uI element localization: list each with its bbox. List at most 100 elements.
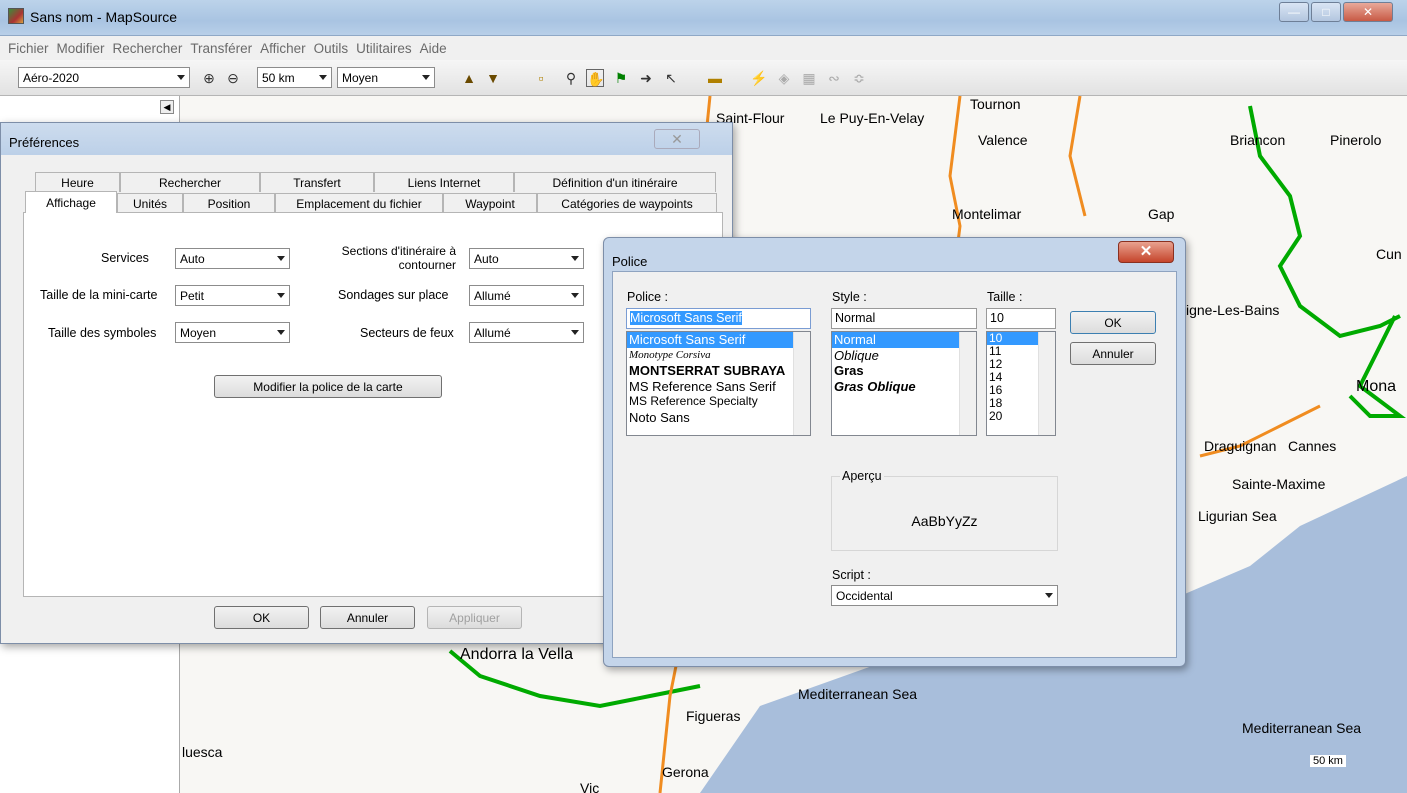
change-map-font-button[interactable]: Modifier la police de la carte	[214, 375, 442, 398]
size-input[interactable]: 10	[986, 308, 1056, 329]
tab-transfert[interactable]: Transfert	[260, 172, 374, 192]
tab-waypoint[interactable]: Waypoint	[443, 193, 537, 213]
label-ligurian-sea: Ligurian Sea	[1198, 508, 1277, 524]
sections-label-2: contourner	[398, 258, 456, 272]
preferences-ok-button[interactable]: OK	[214, 606, 309, 629]
menu-outils[interactable]: Outils	[310, 41, 353, 56]
zoom-tool-icon[interactable]: ⚲	[562, 69, 580, 87]
tab-rechercher[interactable]: Rechercher	[120, 172, 260, 192]
tab-definition-itineraire[interactable]: Définition d'un itinéraire	[514, 172, 716, 192]
style-option[interactable]: Oblique	[832, 348, 976, 364]
tab-categories-waypoints[interactable]: Catégories de waypoints	[537, 193, 717, 213]
font-option[interactable]: MS Reference Sans Serif	[627, 379, 810, 395]
app-icon	[8, 8, 24, 24]
lights-select[interactable]: Allumé	[469, 322, 584, 343]
tab-emplacement-fichier[interactable]: Emplacement du fichier	[275, 193, 443, 213]
map-product-select[interactable]: Aéro-2020	[18, 67, 190, 88]
erase-tool-icon[interactable]: ◈	[775, 69, 793, 87]
menu-fichier[interactable]: Fichier	[4, 41, 53, 56]
lights-label: Secteurs de feux	[360, 326, 454, 340]
collapse-arrow-icon[interactable]: ◀	[160, 100, 174, 114]
services-select[interactable]: Auto	[175, 248, 290, 269]
font-option[interactable]: MS Reference Specialty	[627, 394, 810, 410]
font-option[interactable]: MONTSERRAT SUBRAYA	[627, 363, 810, 379]
label-cun: Cun	[1376, 246, 1402, 262]
send-device-icon[interactable]: ▼	[484, 69, 502, 87]
menu-transferer[interactable]: Transférer	[186, 41, 256, 56]
preferences-apply-button[interactable]: Appliquer	[427, 606, 522, 629]
soundings-value: Allumé	[474, 288, 511, 303]
route-tool-icon[interactable]: ➜	[637, 69, 655, 87]
sections-select[interactable]: Auto	[469, 248, 584, 269]
style-list[interactable]: Normal Oblique Gras Gras Oblique	[831, 331, 977, 436]
pan-tool-icon[interactable]: ✋	[586, 69, 604, 87]
font-list[interactable]: Microsoft Sans Serif Monotype Corsiva MO…	[626, 331, 811, 436]
symbols-select[interactable]: Moyen	[175, 322, 290, 343]
scale-tool-icon[interactable]: ≎	[850, 69, 868, 87]
menu-utilitaires[interactable]: Utilitaires	[352, 41, 416, 56]
label-med-sea-2: Mediterranean Sea	[1242, 720, 1362, 736]
label-sainte-maxime: Sainte-Maxime	[1232, 476, 1326, 492]
select-tool-icon[interactable]: ↖	[662, 69, 680, 87]
label-pinerolo: Pinerolo	[1330, 132, 1382, 148]
preferences-cancel-button[interactable]: Annuler	[320, 606, 415, 629]
font-option[interactable]: Noto Sans	[627, 410, 810, 426]
menu-rechercher[interactable]: Rechercher	[109, 41, 187, 56]
font-dialog-close-icon[interactable]: ✕	[1118, 241, 1174, 263]
close-button[interactable]: ✕	[1343, 2, 1393, 22]
detail-select[interactable]: Moyen	[337, 67, 435, 88]
preferences-close-icon[interactable]: ✕	[654, 129, 700, 149]
minimap-select[interactable]: Petit	[175, 285, 290, 306]
soundings-select[interactable]: Allumé	[469, 285, 584, 306]
size-list-scrollbar[interactable]	[1038, 332, 1055, 435]
label-andorra: Andorra la Vella	[460, 646, 573, 663]
style-option[interactable]: Normal	[832, 332, 976, 348]
font-dialog-body: Police : Microsoft Sans Serif Microsoft …	[612, 271, 1177, 658]
track-tool-icon[interactable]: ⚡	[750, 69, 768, 87]
style-option[interactable]: Gras	[832, 363, 976, 379]
style-list-scrollbar[interactable]	[959, 332, 976, 435]
sections-label-1: Sections d'itinéraire à	[341, 244, 456, 258]
menu-aide[interactable]: Aide	[416, 41, 451, 56]
style-option[interactable]: Gras Oblique	[832, 379, 976, 395]
font-input[interactable]: Microsoft Sans Serif	[626, 308, 811, 329]
menu-afficher[interactable]: Afficher	[256, 41, 310, 56]
size-list[interactable]: 10 11 12 14 16 18 20	[986, 331, 1056, 436]
font-list-scrollbar[interactable]	[793, 332, 810, 435]
zoom-select[interactable]: 50 km	[257, 67, 332, 88]
ruler-tool-icon[interactable]: ∾	[825, 69, 843, 87]
style-input[interactable]: Normal	[831, 308, 977, 329]
zoom-value: 50 km	[262, 70, 295, 85]
label-med-sea-1: Mediterranean Sea	[798, 686, 918, 702]
tab-unites[interactable]: Unités	[117, 193, 183, 213]
soundings-label: Sondages sur place	[338, 288, 449, 302]
menu-modifier[interactable]: Modifier	[53, 41, 109, 56]
label-monaco: Mona	[1356, 378, 1397, 395]
symbols-value: Moyen	[180, 325, 217, 340]
label-cannes: Cannes	[1288, 438, 1337, 454]
font-cancel-button[interactable]: Annuler	[1070, 342, 1156, 365]
preview-group: Aperçu AaBbYyZz	[831, 469, 1058, 551]
waypoint-tool-icon[interactable]: ⚑	[612, 69, 630, 87]
filter-tool-icon[interactable]: ▦	[800, 69, 818, 87]
font-option[interactable]: Monotype Corsiva	[627, 348, 810, 364]
label-le-puy: Le Puy-En-Velay	[820, 110, 925, 126]
size-label: Taille :	[987, 290, 1023, 304]
tab-affichage[interactable]: Affichage	[25, 191, 117, 213]
tab-heure[interactable]: Heure	[35, 172, 120, 192]
maximize-button[interactable]: □	[1311, 2, 1341, 22]
font-option[interactable]: Microsoft Sans Serif	[627, 332, 810, 348]
zoom-out-icon[interactable]: ⊖	[224, 69, 242, 87]
lights-value: Allumé	[474, 325, 511, 340]
minimize-button[interactable]: —	[1279, 2, 1309, 22]
font-ok-button[interactable]: OK	[1070, 311, 1156, 334]
map-select-icon[interactable]: ▫	[532, 69, 550, 87]
zoom-in-icon[interactable]: ⊕	[200, 69, 218, 87]
script-select[interactable]: Occidental	[831, 585, 1058, 606]
receive-device-icon[interactable]: ▲	[460, 69, 478, 87]
tab-liens-internet[interactable]: Liens Internet	[374, 172, 514, 192]
tab-position[interactable]: Position	[183, 193, 275, 213]
preview-label: Aperçu	[840, 469, 884, 483]
title-bar: Sans nom - MapSource — □ ✕	[0, 0, 1407, 36]
measure-tool-icon[interactable]: ▬	[706, 69, 724, 87]
